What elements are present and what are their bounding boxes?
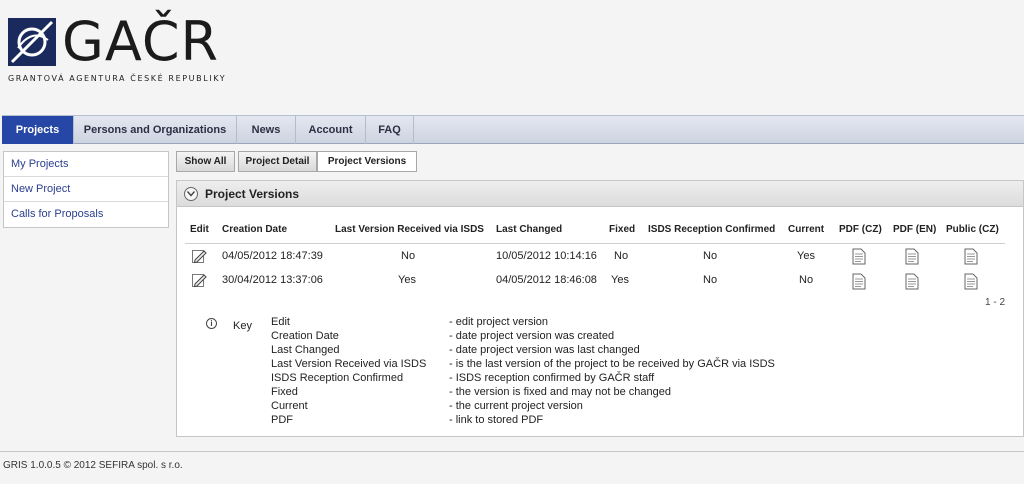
cell-current: Yes bbox=[797, 250, 815, 262]
edit-icon[interactable] bbox=[191, 248, 207, 264]
tab-news[interactable]: News bbox=[237, 116, 296, 144]
tab-show-all[interactable]: Show All bbox=[176, 151, 235, 172]
key-description: - date project version was created bbox=[449, 330, 615, 342]
column-header-creation-date: Creation Date bbox=[222, 224, 288, 235]
collapse-chevron-icon[interactable] bbox=[184, 187, 198, 201]
key-term: Current bbox=[271, 400, 308, 412]
key-description: - ISDS reception confirmed by GAČR staff bbox=[449, 372, 655, 384]
logo-subtitle: GRANTOVÁ AGENTURA ČESKÉ REPUBLIKY bbox=[8, 74, 227, 83]
footer-copyright: GRIS 1.0.0.5 © 2012 SEFIRA spol. s r.o. bbox=[3, 460, 183, 471]
cell-current: No bbox=[799, 274, 814, 286]
public-cz-document-icon[interactable] bbox=[964, 248, 978, 265]
column-header-fixed: Fixed bbox=[609, 224, 636, 235]
sidebar-item-new-project[interactable]: New Project bbox=[4, 177, 168, 202]
tab-faq[interactable]: FAQ bbox=[366, 116, 414, 144]
column-header-edit: Edit bbox=[190, 224, 209, 235]
panel-title: Project Versions bbox=[205, 187, 300, 201]
key-term: Last Changed bbox=[271, 344, 340, 356]
tab-project-detail[interactable]: Project Detail bbox=[238, 151, 317, 172]
key-term: Creation Date bbox=[271, 330, 339, 342]
pdf-cz-document-icon[interactable] bbox=[852, 248, 866, 265]
key-description: - the version is fixed and may not be ch… bbox=[449, 386, 671, 398]
tab-account[interactable]: Account bbox=[296, 116, 366, 144]
cell-last-changed: 10/05/2012 10:14:16 bbox=[496, 250, 597, 262]
cell-last-changed: 04/05/2012 18:46:08 bbox=[496, 274, 597, 286]
main-nav: Projects Persons and Organizations News … bbox=[2, 115, 1024, 144]
cell-last-version-isds: No bbox=[401, 250, 416, 262]
key-term: Fixed bbox=[271, 386, 298, 398]
pdf-cz-document-icon[interactable] bbox=[852, 273, 866, 290]
key-description: - date project version was last changed bbox=[449, 344, 640, 356]
header: GAČR GRANTOVÁ AGENTURA ČESKÉ REPUBLIKY bbox=[0, 0, 1024, 110]
cell-last-version-isds: Yes bbox=[398, 274, 416, 286]
key-label: Key bbox=[233, 320, 252, 332]
key-term: Last Version Received via ISDS bbox=[271, 358, 427, 370]
cell-isds-confirmed: No bbox=[703, 250, 718, 262]
logo-title: GAČR bbox=[62, 10, 220, 73]
pdf-en-document-icon[interactable] bbox=[905, 273, 919, 290]
column-header-last-changed: Last Changed bbox=[496, 224, 563, 235]
cell-fixed: Yes bbox=[611, 274, 629, 286]
gacr-logo-icon bbox=[8, 18, 56, 66]
tab-projects[interactable]: Projects bbox=[2, 116, 74, 144]
key-term: Edit bbox=[271, 316, 290, 328]
column-header-isds-confirmed: ISDS Reception Confirmed bbox=[648, 224, 776, 235]
pdf-en-document-icon[interactable] bbox=[905, 248, 919, 265]
key-term: ISDS Reception Confirmed bbox=[271, 372, 404, 384]
column-header-pdf-cz: PDF (CZ) bbox=[839, 224, 882, 235]
key-description: - link to stored PDF bbox=[449, 414, 544, 426]
tab-project-versions[interactable]: Project Versions bbox=[317, 151, 417, 172]
key-description: - the current project version bbox=[449, 400, 583, 412]
column-header-last-version-isds: Last Version Received via ISDS bbox=[335, 224, 484, 235]
pager-count: 1 - 2 bbox=[985, 297, 1006, 308]
key-description: - is the last version of the project to … bbox=[449, 358, 775, 370]
key-description: - edit project version bbox=[449, 316, 549, 328]
panel-header: Project Versions bbox=[177, 181, 1023, 207]
public-cz-document-icon[interactable] bbox=[964, 273, 978, 290]
cell-creation-date: 04/05/2012 18:47:39 bbox=[222, 250, 323, 262]
sidebar: My Projects New Project Calls for Propos… bbox=[3, 151, 169, 228]
key-term: PDF bbox=[271, 414, 293, 426]
cell-isds-confirmed: No bbox=[703, 274, 718, 286]
footer-divider bbox=[0, 451, 1024, 452]
project-versions-panel: Project Versions Edit Creation Date Last… bbox=[176, 180, 1024, 437]
column-header-public-cz: Public (CZ) bbox=[946, 224, 999, 235]
column-header-pdf-en: PDF (EN) bbox=[893, 224, 937, 235]
cell-creation-date: 30/04/2012 13:37:06 bbox=[222, 274, 323, 286]
tab-persons-and-organizations[interactable]: Persons and Organizations bbox=[74, 116, 237, 144]
cell-fixed: No bbox=[614, 250, 629, 262]
table-header-divider bbox=[185, 243, 1005, 244]
column-header-current: Current bbox=[788, 224, 825, 235]
sidebar-item-calls-for-proposals[interactable]: Calls for Proposals bbox=[4, 202, 168, 227]
edit-icon[interactable] bbox=[191, 272, 207, 288]
sidebar-item-my-projects[interactable]: My Projects bbox=[4, 152, 168, 177]
info-icon: i bbox=[206, 318, 217, 329]
